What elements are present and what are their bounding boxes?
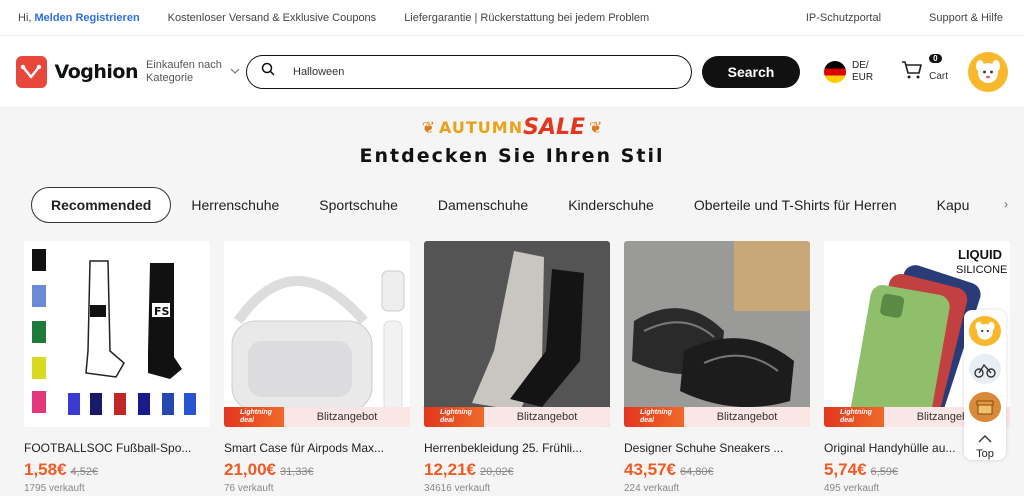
price-row: 43,57€ 64,80€ — [624, 460, 810, 480]
cart-count-badge: 0 — [929, 54, 942, 63]
germany-flag-icon — [824, 60, 846, 83]
ip-portal-link[interactable]: IP-Schutzportal — [806, 12, 881, 24]
product-old-price: 20,02€ — [480, 466, 514, 478]
chevron-right-icon[interactable]: › — [1000, 197, 1008, 211]
search-button[interactable]: Search — [702, 55, 800, 88]
silicone-text: SILICONE — [956, 264, 1007, 276]
product-price: 5,74€ — [824, 460, 867, 479]
autumn-text: AUTUMN — [438, 117, 524, 137]
lightning-deal-label: Lightning deal — [224, 407, 284, 427]
top-bar: Hi, Melden Registrieren Kostenloser Vers… — [0, 0, 1024, 36]
product-sold: 495 verkauft — [824, 483, 880, 494]
product-price: 43,57€ — [624, 460, 676, 479]
category-label-1: Einkaufen nach — [146, 58, 222, 71]
product-sold: 224 verkauft — [624, 483, 680, 494]
tab-kapu[interactable]: Kapu — [937, 197, 970, 213]
chevron-down-icon — [230, 65, 240, 78]
category-label-2: Kategorie — [146, 71, 194, 84]
locale-currency: EUR — [852, 71, 874, 83]
guarantee-info[interactable]: Liefergarantie | Rückerstattung bei jede… — [404, 12, 649, 24]
autumn-sale-logo[interactable]: ❦ AUTUMN SALE ❦ — [418, 112, 607, 142]
lightning-deal-bar: Lightning deal Blitzangebot — [624, 407, 810, 427]
promo-banner: ❦ AUTUMN SALE ❦ Entdecken Sie Ihren Stil — [0, 108, 1024, 176]
floating-toolbar: Top — [964, 310, 1006, 460]
search-input[interactable] — [293, 65, 677, 78]
brand-name: Voghion — [54, 60, 139, 83]
logo-icon — [16, 55, 47, 88]
mascot-icon[interactable] — [969, 316, 1001, 346]
page-title: Entdecken Sie Ihren Stil — [359, 145, 665, 167]
product-old-price: 31,33€ — [280, 466, 314, 478]
top-label: Top — [976, 448, 994, 460]
product-title[interactable]: Herrenbekleidung 25. Frühli... — [424, 441, 610, 455]
price-row: 21,00€ 31,33€ — [224, 460, 410, 480]
locale-selector[interactable]: DE/ EUR — [824, 60, 873, 84]
leaf-icon: ❦ — [421, 117, 435, 137]
tab-kinderschuhe[interactable]: Kinderschuhe — [568, 197, 654, 213]
logo[interactable]: Voghion — [16, 55, 139, 88]
shipping-info[interactable]: Kostenloser Versand & Exklusive Coupons — [168, 12, 377, 24]
bike-icon[interactable] — [969, 354, 1001, 384]
tab-oberteile[interactable]: Oberteile und T-Shirts für Herren — [694, 197, 897, 213]
cart-label: Cart — [929, 71, 949, 82]
product-price: 12,21€ — [424, 460, 476, 479]
blitz-label: Blitzangebot — [284, 407, 410, 427]
product-title[interactable]: Smart Case für Airpods Max... — [224, 441, 410, 455]
support-link[interactable]: Support & Hilfe — [929, 12, 1003, 24]
product-price: 1,58€ — [24, 460, 67, 479]
locale-country: DE/ — [852, 59, 869, 71]
cart-button[interactable]: 0 Cart — [901, 54, 949, 83]
avatar[interactable] — [968, 51, 1008, 92]
product-grid: FS FOOTBALLSOC Fußball-Spo... 1,58€ 4,52… — [0, 241, 1024, 494]
header: Voghion Einkaufen nach Kategorie Search … — [0, 36, 1024, 108]
lightning-deal-bar: Lightning deal Blitzangebot — [224, 407, 410, 427]
register-link[interactable]: Registrieren — [75, 12, 139, 24]
category-tabs: Recommended Herrenschuhe Sportschuhe Dam… — [0, 186, 1008, 224]
leaf-icon: ❦ — [589, 117, 603, 137]
product-card[interactable]: Lightning deal Blitzangebot Designer Schu… — [624, 241, 810, 494]
product-title[interactable]: FOOTBALLSOC Fußball-Spo... — [24, 441, 210, 455]
product-card[interactable]: Lightning deal Blitzangebot Herrenbekleid… — [424, 241, 610, 494]
cart-icon — [901, 60, 923, 83]
tab-sportschuhe[interactable]: Sportschuhe — [319, 197, 398, 213]
product-card[interactable]: FS FOOTBALLSOC Fußball-Spo... 1,58€ 4,52… — [24, 241, 210, 494]
back-to-top-button[interactable]: Top — [976, 430, 994, 460]
chevron-up-icon — [978, 435, 992, 443]
tab-recommended[interactable]: Recommended — [31, 187, 172, 223]
lightning-deal-label: Lightning deal — [424, 407, 484, 427]
price-row: 12,21€ 20,02€ — [424, 460, 610, 480]
product-title[interactable]: Designer Schuhe Sneakers ... — [624, 441, 810, 455]
fs-logo-text: FS — [154, 305, 170, 318]
product-old-price: 4,52€ — [70, 466, 99, 478]
greeting: Hi, Melden Registrieren — [18, 11, 140, 24]
category-menu[interactable]: Einkaufen nach Kategorie — [146, 59, 246, 85]
product-old-price: 64,80€ — [680, 466, 714, 478]
login-link[interactable]: Melden — [35, 12, 73, 24]
search-icon — [261, 62, 275, 81]
product-image[interactable]: Lightning deal Blitzangebot — [624, 241, 810, 427]
price-row: 5,74€ 6,59€ — [824, 460, 1010, 480]
product-sold: 1795 verkauft — [24, 483, 85, 494]
product-sold: 76 verkauft — [224, 483, 274, 494]
product-card[interactable]: Lightning deal Blitzangebot Smart Case fü… — [224, 241, 410, 494]
gift-box-icon[interactable] — [969, 392, 1001, 422]
product-old-price: 6,59€ — [870, 466, 899, 478]
product-price: 21,00€ — [224, 460, 276, 479]
blitz-label: Blitzangebot — [684, 407, 810, 427]
product-image[interactable]: FS — [24, 241, 210, 427]
product-image[interactable]: Lightning deal Blitzangebot — [424, 241, 610, 427]
tab-herrenschuhe[interactable]: Herrenschuhe — [191, 197, 279, 213]
lightning-deal-bar: Lightning deal Blitzangebot — [424, 407, 610, 427]
product-sold: 34616 verkauft — [424, 483, 491, 494]
sale-text: SALE — [523, 114, 586, 140]
lightning-deal-label: Lightning deal — [624, 407, 684, 427]
search-bar — [246, 54, 692, 89]
blitz-label: Blitzangebot — [484, 407, 610, 427]
liquid-text: LIQUID — [958, 247, 1002, 262]
price-row: 1,58€ 4,52€ — [24, 460, 210, 480]
tab-damenschuhe[interactable]: Damenschuhe — [438, 197, 528, 213]
lightning-deal-label: Lightning deal — [824, 407, 884, 427]
product-image[interactable]: Lightning deal Blitzangebot — [224, 241, 410, 427]
